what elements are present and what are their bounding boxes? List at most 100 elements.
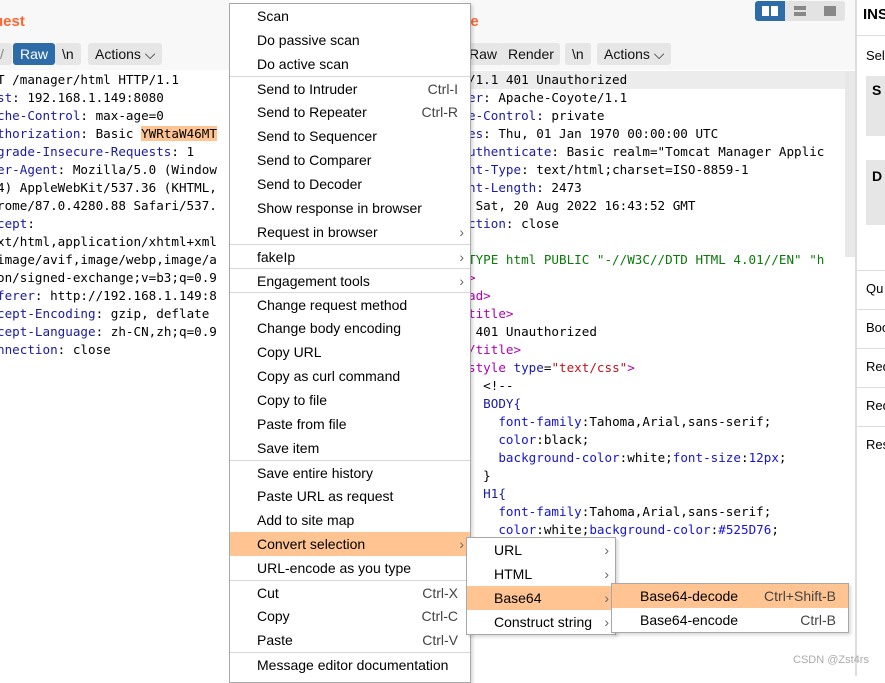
actions-button[interactable]: Actions ⌵: [88, 43, 163, 65]
code-token: thorization: [0, 126, 81, 141]
code-token: >: [505, 306, 514, 321]
code-token: uthenticate: [468, 144, 552, 159]
menu-item-do-active-scan[interactable]: Do active scan: [230, 52, 470, 76]
code-line: /title>: [468, 341, 857, 359]
code-token: cept: [0, 216, 28, 231]
code-line: ferer: http://192.168.1.149:8: [0, 287, 230, 305]
menu-item-copy-url[interactable]: Copy URL: [230, 340, 470, 364]
menu-item-label: Cut: [257, 585, 279, 601]
code-token: }: [468, 468, 491, 483]
inspector-row[interactable]: Res: [857, 426, 885, 465]
split-horizontal-layout-icon[interactable]: [785, 1, 815, 21]
code-token: : close: [505, 216, 559, 231]
menu-item-html[interactable]: HTML ›: [467, 562, 615, 586]
code-token: : http://192.168.1.149:8: [34, 288, 217, 303]
code-line: es: Thu, 01 Jan 1970 00:00:00 UTC: [468, 125, 857, 143]
raw-button[interactable]: Raw: [13, 43, 56, 65]
menu-item-do-passive-scan[interactable]: Do passive scan: [230, 28, 470, 52]
menu-item-save-entire-history[interactable]: Save entire history: [230, 460, 470, 484]
menu-item-change-request-method[interactable]: Change request method: [230, 292, 470, 316]
menu-item-copy[interactable]: Copy Ctrl-C: [230, 604, 470, 628]
menu-item-fakeip[interactable]: fakeIp ›: [230, 244, 470, 268]
menu-item-copy-to-file[interactable]: Copy to file: [230, 388, 470, 412]
code-token: : Apache-Coyote/1.1: [483, 90, 628, 105]
menu-item-request-in-browser[interactable]: Request in browser ›: [230, 220, 470, 244]
decoded-section[interactable]: D: [866, 160, 885, 225]
split-vertical-layout-icon[interactable]: [755, 1, 785, 21]
code-token: background-color: [468, 450, 620, 465]
menu-item-send-to-decoder[interactable]: Send to Decoder: [230, 172, 470, 196]
actions-button[interactable]: Actions ⌵: [597, 43, 672, 65]
scrollbar[interactable]: [845, 71, 855, 257]
menu-item-message-editor-documentation[interactable]: Message editor documentation: [230, 652, 470, 676]
context-menu: Scan Do passive scan Do active scan Send to…: [229, 3, 471, 683]
menu-item-base64-decode[interactable]: Base64-decode Ctrl+Shift-B: [612, 584, 848, 608]
inspector-row[interactable]: Boo: [857, 309, 885, 348]
chevron-right-icon: ›: [459, 536, 464, 552]
menu-item-send-to-intruder[interactable]: Send to Intruder Ctrl-I: [230, 76, 470, 100]
code-token: Sat, 20 Aug 2022 16:43:52 GMT: [468, 198, 696, 213]
code-token: st: [0, 90, 13, 105]
code-token: 12px: [748, 450, 779, 465]
request-panel: uest / Raw \n Actions ⌵ T /manager/html …: [0, 0, 230, 676]
menu-item-label: fakeIp: [257, 249, 296, 265]
menu-item-add-to-site-map[interactable]: Add to site map: [230, 508, 470, 532]
code-line: nt-Type: text/html;charset=ISO-8859-1: [468, 161, 857, 179]
menu-item-paste-from-file[interactable]: Paste from file: [230, 412, 470, 436]
menu-item-engagement-tools[interactable]: Engagement tools ›: [230, 268, 470, 292]
selection-label: Sel: [866, 48, 885, 63]
menu-item-save-item[interactable]: Save item: [230, 436, 470, 460]
inspector-row[interactable]: Red: [857, 348, 885, 387]
shortcut-label: Ctrl-C: [421, 608, 458, 624]
menu-item-url-encode-as-you-type[interactable]: URL-encode as you type: [230, 556, 470, 580]
shortcut-label: Ctrl-V: [422, 632, 458, 648]
code-line: cept-Encoding: gzip, deflate: [0, 305, 230, 323]
newline-button[interactable]: \n: [565, 43, 591, 65]
menu-item-send-to-repeater[interactable]: Send to Repeater Ctrl-R: [230, 100, 470, 124]
menu-item-paste-url-as-request[interactable]: Paste URL as request: [230, 484, 470, 508]
code-token: : 192.168.1.149:8080: [12, 90, 164, 105]
menu-item-base64[interactable]: Base64 ›: [467, 586, 615, 610]
selected-text-section[interactable]: S: [866, 76, 885, 136]
code-token: <!--: [468, 378, 514, 393]
code-token: font-family: [468, 504, 582, 519]
code-token: che-Control: [0, 108, 81, 123]
render-button[interactable]: Render: [502, 43, 560, 65]
code-line: Sat, 20 Aug 2022 16:43:52 GMT: [468, 197, 857, 215]
request-toolbar: uest / Raw \n Actions ⌵: [0, 0, 230, 70]
menu-item-label: Base64-decode: [640, 588, 739, 604]
menu-item-base64-encode[interactable]: Base64-encode Ctrl-B: [612, 608, 848, 632]
menu-item-copy-as-curl-command[interactable]: Copy as curl command: [230, 364, 470, 388]
code-token: color: [468, 432, 537, 447]
menu-item-construct-string[interactable]: Construct string ›: [467, 610, 615, 634]
menu-item-change-body-encoding[interactable]: Change body encoding: [230, 316, 470, 340]
base64-submenu: Base64-decode Ctrl+Shift-B Base64-encode Ct…: [611, 583, 849, 633]
pretty-button[interactable]: /: [0, 43, 12, 65]
chevron-right-icon: ›: [604, 566, 609, 582]
request-editor[interactable]: T /manager/html HTTP/1.1 st: 192.168.1.14…: [0, 71, 230, 359]
code-line: nt-Length: 2473: [468, 179, 857, 197]
code-token: : 2473: [536, 180, 582, 195]
menu-item-cut[interactable]: Cut Ctrl-X: [230, 580, 470, 604]
code-line: er: Apache-Coyote/1.1: [468, 89, 857, 107]
inspector-row[interactable]: Qu: [857, 270, 885, 309]
menu-item-url[interactable]: URL ›: [467, 538, 615, 562]
menu-item-send-to-sequencer[interactable]: Send to Sequencer: [230, 124, 470, 148]
code-token: nnection: [0, 342, 58, 357]
menu-item-scan[interactable]: Scan: [230, 4, 470, 28]
code-token: BODY{: [468, 396, 522, 411]
menu-item-show-response-in-browser[interactable]: Show response in browser: [230, 196, 470, 220]
inspector-row[interactable]: Red: [857, 387, 885, 426]
chevron-right-icon: ›: [459, 273, 464, 289]
menu-item-convert-selection[interactable]: Convert selection ›: [230, 532, 470, 556]
code-line: er-Agent: Mozilla/5.0 (Window: [0, 161, 230, 179]
single-pane-layout-icon[interactable]: [815, 1, 845, 21]
menu-item-label: Send to Sequencer: [257, 128, 377, 144]
code-token: background-color: [589, 522, 711, 537]
menu-item-paste[interactable]: Paste Ctrl-V: [230, 628, 470, 652]
menu-item-label: Show response in browser: [257, 200, 422, 216]
menu-item-send-to-comparer[interactable]: Send to Comparer: [230, 148, 470, 172]
menu-item-label: Do passive scan: [257, 32, 360, 48]
code-token: er-Agent: [0, 162, 58, 177]
newline-button[interactable]: \n: [55, 43, 81, 65]
